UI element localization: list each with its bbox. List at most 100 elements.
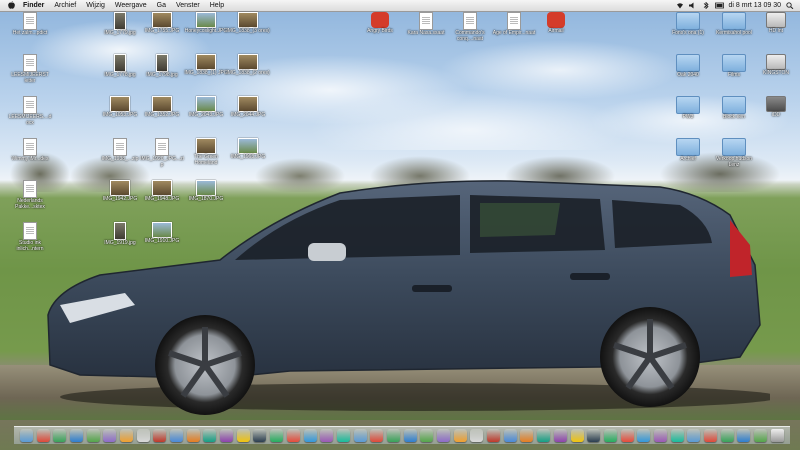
desktop-icon[interactable]: IMG_1053.JPG	[98, 96, 142, 118]
app-icon[interactable]	[720, 429, 734, 442]
apple-icon[interactable]	[4, 0, 18, 11]
app-icon[interactable]	[620, 429, 634, 442]
desktop-icon[interactable]: IMG_1838_(2 ores)	[226, 54, 270, 76]
spotlight-icon[interactable]	[786, 2, 794, 10]
itunes-icon[interactable]	[103, 429, 117, 442]
desktop-icon[interactable]: Honeycoslight.JPG	[184, 12, 228, 34]
photos-icon[interactable]	[186, 429, 200, 442]
menu-venster[interactable]: Venster	[171, 2, 205, 9]
desktop-icon[interactable]: Verkoop hudson Lenz	[712, 138, 756, 168]
network-icon[interactable]	[53, 429, 67, 442]
app-icon[interactable]	[353, 429, 367, 442]
app-icon[interactable]	[520, 429, 534, 442]
app-icon[interactable]	[286, 429, 300, 442]
desktop-icon[interactable]: KINGSTON	[754, 54, 798, 76]
app-icon[interactable]	[687, 429, 701, 442]
desktop-icon[interactable]: IMG_1755.JPG	[140, 12, 184, 34]
app-icon[interactable]	[403, 429, 417, 442]
desktop-icon[interactable]: Airmail	[534, 12, 578, 34]
desktop-icon[interactable]: IMG_1798.jpg	[140, 54, 184, 78]
app-icon[interactable]	[220, 429, 234, 442]
bluetooth-icon[interactable]	[702, 1, 710, 10]
app-icon[interactable]	[370, 429, 384, 442]
desktop-icon[interactable]: Kara Nasa.ssaat	[404, 12, 448, 36]
trash-icon[interactable]	[770, 429, 784, 442]
desktop-icon[interactable]: IMG_1870.JPG	[184, 180, 228, 202]
desktop-icon[interactable]: PW3	[666, 96, 710, 120]
mail-icon[interactable]	[119, 429, 133, 442]
app-icon[interactable]	[587, 429, 601, 442]
desktop-icon[interactable]: IMG_1352.JPG	[140, 96, 184, 118]
chrome-icon[interactable]	[36, 429, 50, 442]
utorrent-icon[interactable]	[86, 429, 100, 442]
desktop-icon[interactable]: IMG_1778.jpg	[98, 54, 142, 78]
desktop-icon[interactable]: Age of Empir...naat	[492, 12, 536, 36]
desktop-icon[interactable]: HD Int	[754, 12, 798, 34]
menu-help[interactable]: Help	[205, 2, 229, 9]
desktop-icon[interactable]: Studio ink inlich...ntern	[8, 222, 52, 252]
battery-icon[interactable]	[715, 2, 725, 9]
app-icon[interactable]	[754, 429, 768, 442]
vlc-icon[interactable]	[420, 429, 434, 442]
app-icon[interactable]	[670, 429, 684, 442]
desktop-icon[interactable]: IMG_1948.JPG	[140, 180, 184, 202]
app-icon[interactable]	[253, 429, 267, 442]
app-icon[interactable]	[453, 429, 467, 442]
app-icon[interactable]	[303, 429, 317, 442]
desktop-icon[interactable]: IMG_1779.jpg	[98, 12, 142, 36]
desktop-icon[interactable]: IMG_1910.JPG	[140, 222, 184, 244]
stickies-icon[interactable]	[236, 429, 250, 442]
desktop-icon[interactable]: IMG_2043.JPG	[184, 96, 228, 118]
desktop-icon[interactable]: Commando's conq....naat	[448, 12, 492, 42]
desktop-icon[interactable]: Fons's ona (1)	[666, 12, 710, 36]
app-icon[interactable]	[487, 429, 501, 442]
desktop-icon[interactable]: Block een	[712, 96, 756, 120]
volume-icon[interactable]	[689, 2, 697, 9]
menu-weergave[interactable]: Weergave	[110, 2, 152, 9]
app-icon[interactable]	[537, 429, 551, 442]
menu-finder[interactable]: Finder	[18, 2, 49, 9]
app-icon[interactable]	[653, 429, 667, 442]
app-icon[interactable]	[336, 429, 350, 442]
ical-icon[interactable]	[136, 429, 150, 442]
desktop-icon[interactable]: Archief	[666, 138, 710, 162]
app-icon[interactable]	[503, 429, 517, 442]
desktop-icon[interactable]: iDD	[754, 96, 798, 118]
desktop-icon[interactable]: LEESMIJEERS....docx	[8, 96, 52, 126]
wifi-icon[interactable]	[676, 2, 684, 9]
app-icon[interactable]	[437, 429, 451, 442]
desktop-icon[interactable]: IMG_1938_...zip	[98, 138, 142, 162]
app-icon[interactable]	[570, 429, 584, 442]
menu-ga[interactable]: Ga	[152, 2, 171, 9]
desktop-icon[interactable]: LEESMIJEERST letter	[8, 54, 52, 84]
desktop-icon[interactable]: Nederlands Pakke...sktex	[8, 180, 52, 210]
desktop-icon[interactable]: IMG_1942.JPG	[98, 180, 142, 202]
app-icon[interactable]	[737, 429, 751, 442]
app-icon[interactable]	[637, 429, 651, 442]
menu-wijzig[interactable]: Wijzig	[81, 2, 110, 9]
skype-icon[interactable]	[704, 429, 718, 442]
app-icon[interactable]	[320, 429, 334, 442]
desktop-icon[interactable]: IMG_2044.JPG	[226, 96, 270, 118]
desktop-icon[interactable]: IMG_1919.jpg	[98, 222, 142, 246]
desktop-icon[interactable]: Wimmy iMr...des	[8, 138, 52, 162]
clock[interactable]: di 8 mrt 13 09 30	[728, 2, 781, 9]
desktop-icon[interactable]: IMG_1838_(3 ores)	[226, 12, 270, 34]
desktop-icon[interactable]: IMG_1963.JPG	[226, 138, 270, 160]
safari-icon[interactable]	[69, 429, 83, 442]
desktop-icon[interactable]: Angry Birds	[358, 12, 402, 34]
app-icon[interactable]	[270, 429, 284, 442]
desktop-icon[interactable]: Oak 2040	[666, 54, 710, 78]
menu-archief[interactable]: Archief	[49, 2, 81, 9]
app-icon[interactable]	[470, 429, 484, 442]
address-icon[interactable]	[153, 429, 167, 442]
desktop-icon[interactable]: The Green Homeland	[184, 138, 228, 166]
desktop-icon[interactable]: Films	[712, 54, 756, 78]
desktop-icon[interactable]: IMG_1920_JPG...zip	[140, 138, 184, 168]
desktop-icon[interactable]: Het zalm...pdict	[8, 12, 52, 36]
app-icon[interactable]	[603, 429, 617, 442]
preview-icon[interactable]	[170, 429, 184, 442]
finder-icon[interactable]	[19, 429, 33, 442]
desktop-icon[interactable]: IMG_1838_(1) JPG	[184, 54, 228, 76]
ibooks-icon[interactable]	[203, 429, 217, 442]
